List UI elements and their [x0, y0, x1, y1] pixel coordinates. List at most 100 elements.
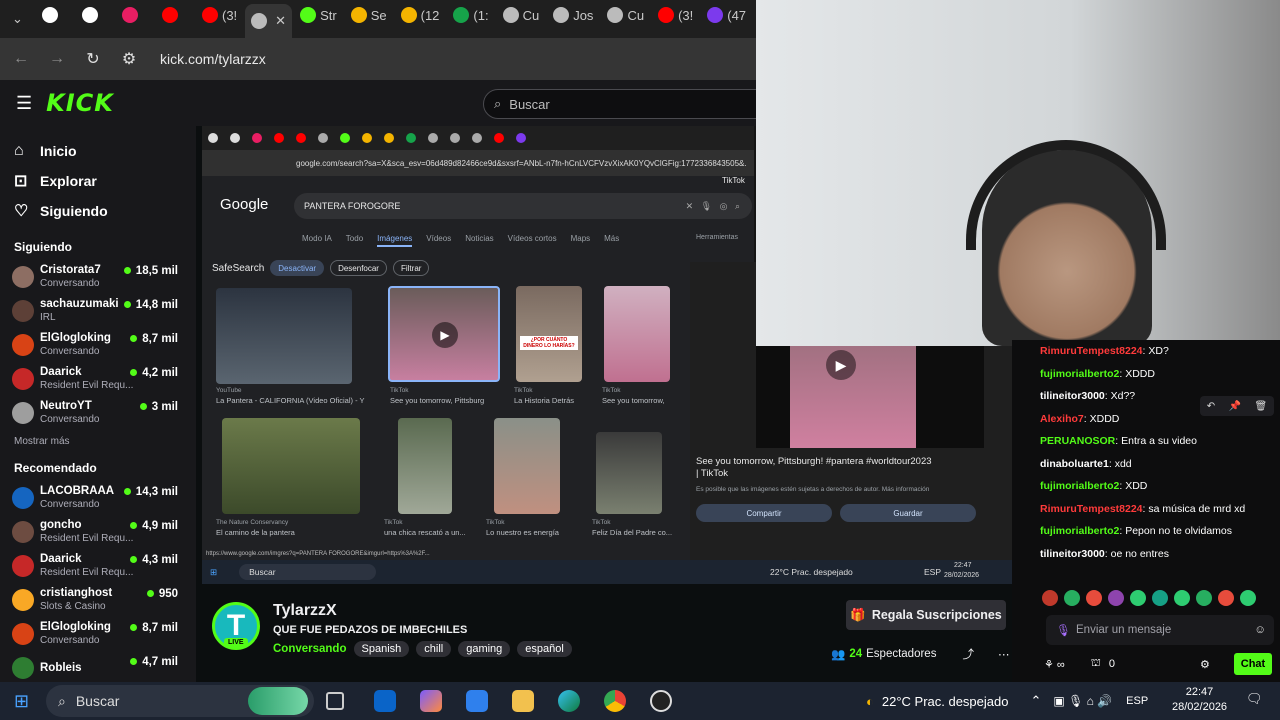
- browser-tab[interactable]: Cu: [497, 0, 546, 30]
- stream-tag[interactable]: gaming: [458, 641, 511, 657]
- channel-item[interactable]: Robleis 4,7 mil: [0, 651, 196, 685]
- channel-item[interactable]: sachauzumaki IRL 14,8 mil: [0, 294, 196, 328]
- chat-message[interactable]: fujimorialberto2: XDD: [1040, 475, 1280, 498]
- chat-message[interactable]: dinaboluarte1: xdd: [1040, 453, 1280, 476]
- browser-tab[interactable]: (12: [395, 0, 446, 30]
- nav-explorar[interactable]: ⊡ Explorar: [0, 166, 196, 196]
- search-input[interactable]: ⌕ Buscar: [483, 89, 797, 119]
- store-icon[interactable]: [466, 690, 488, 712]
- forward-icon[interactable]: →: [48, 50, 66, 68]
- start-icon[interactable]: ⊞: [14, 691, 29, 712]
- chat-username[interactable]: fujimorialberto2: [1040, 368, 1119, 380]
- browser-tab[interactable]: Cu: [601, 0, 650, 30]
- channel-category: Slots & Casino: [40, 601, 106, 612]
- browser-tab[interactable]: (1:: [447, 0, 494, 30]
- channel-item[interactable]: goncho Resident Evil Requ... 4,9 mil: [0, 515, 196, 549]
- channel-item[interactable]: NeutroYT Conversando 3 mil: [0, 396, 196, 430]
- chat-username[interactable]: tilineitor3000: [1040, 390, 1105, 402]
- url-field[interactable]: kick.com/tylarzzx: [160, 51, 266, 67]
- browser-tab[interactable]: (3!: [652, 0, 699, 30]
- channel-item[interactable]: ElGlogloking Conversando 8,7 mil: [0, 328, 196, 362]
- channel-item[interactable]: cristianghost Slots & Casino 950: [0, 583, 196, 617]
- system-tray: ◐ 22°C Prac. despejado ⌃ ▣ 🎙 ⌂ 🔊 ESP: [866, 682, 1148, 720]
- obs-icon[interactable]: [650, 690, 672, 712]
- reload-icon[interactable]: ↻: [84, 49, 102, 69]
- browser-tab[interactable]: [156, 0, 194, 30]
- stream-tag[interactable]: español: [517, 641, 572, 657]
- back-icon[interactable]: ←: [12, 50, 30, 68]
- channel-item[interactable]: LACOBRAAA Conversando 14,3 mil: [0, 481, 196, 515]
- task-view-icon[interactable]: [326, 692, 344, 710]
- tray-chevron-icon[interactable]: ⌃: [1030, 693, 1041, 709]
- delete-icon[interactable]: 🗑: [1255, 401, 1268, 412]
- reply-icon[interactable]: ↶: [1207, 401, 1215, 412]
- chat-username[interactable]: tilineitor3000: [1040, 548, 1105, 560]
- chat-username[interactable]: PERUANOSOR: [1040, 435, 1115, 447]
- chat-input[interactable]: 🎙 Enviar un mensaje ☺: [1046, 615, 1274, 645]
- chat-message[interactable]: fujimorialberto2: Pepon no te olvidamos: [1040, 520, 1280, 543]
- mic-icon[interactable]: 🎙: [1056, 623, 1071, 637]
- edge-icon[interactable]: [558, 690, 580, 712]
- chat-username[interactable]: Alexiho7: [1040, 413, 1084, 425]
- settings-icon[interactable]: ⚙: [1200, 658, 1210, 671]
- share-icon[interactable]: ⤴: [962, 646, 974, 662]
- chat-username[interactable]: fujimorialberto2: [1040, 525, 1119, 537]
- chat-message[interactable]: RimuruTempest8224: sa música de mrd xd: [1040, 498, 1280, 521]
- show-more-link[interactable]: Mostrar más: [0, 436, 196, 447]
- more-icon[interactable]: ⋯: [998, 647, 1010, 661]
- tab-favicon-icon: [502, 7, 519, 23]
- clock[interactable]: 22:47 28/02/2026: [1172, 685, 1227, 715]
- tab-favicon-icon: [82, 7, 98, 23]
- menu-icon[interactable]: ☰: [16, 93, 32, 114]
- mod-tools-icon[interactable]: ⚘ ∞: [1044, 658, 1065, 671]
- streamer-name[interactable]: TylarzzX: [273, 602, 337, 620]
- browser-tab[interactable]: Str: [294, 0, 343, 30]
- kick-logo[interactable]: KICK: [46, 89, 114, 117]
- notifications-icon[interactable]: 🗨: [1246, 691, 1263, 707]
- copilot-icon[interactable]: [420, 690, 442, 712]
- chat-username[interactable]: RimuruTempest8224: [1040, 345, 1143, 357]
- close-icon[interactable]: ✕: [275, 13, 286, 29]
- chat-message[interactable]: tilineitor3000: oe no entres: [1040, 543, 1280, 566]
- channel-item[interactable]: ElGlogloking Conversando 8,7 mil: [0, 617, 196, 651]
- chat-message[interactable]: fujimorialberto2: XDDD: [1040, 363, 1280, 386]
- tray-icons[interactable]: ▣ 🎙 ⌂ 🔊: [1053, 694, 1112, 708]
- google-tab: Vídeos: [426, 234, 452, 243]
- browser-tab[interactable]: Se: [345, 0, 393, 30]
- chat-message[interactable]: PERUANOSOR: Entra a su video: [1040, 430, 1280, 453]
- nav-inicio[interactable]: ⌂ Inicio: [0, 136, 196, 166]
- browser-tab[interactable]: Jos: [547, 0, 599, 30]
- browser-tab[interactable]: (47: [701, 0, 752, 30]
- channel-item[interactable]: Cristorata7 Conversando 18,5 mil: [0, 260, 196, 294]
- chat-send-button[interactable]: Chat: [1234, 653, 1272, 675]
- chat-message[interactable]: RimuruTempest8224: XD?: [1040, 340, 1280, 363]
- channel-item[interactable]: Daarick Resident Evil Requ... 4,2 mil: [0, 362, 196, 396]
- tab-label: (47: [727, 7, 747, 23]
- channel-item[interactable]: Daarick Resident Evil Requ... 4,3 mil: [0, 549, 196, 583]
- taskbar-search[interactable]: ⌕ Buscar: [46, 685, 314, 717]
- pin-icon[interactable]: 📌: [1229, 401, 1241, 412]
- nav-siguiendo[interactable]: ♡ Siguiendo: [0, 196, 196, 226]
- browser-tab[interactable]: [36, 0, 74, 30]
- stream-category[interactable]: Conversando: [273, 643, 347, 655]
- tab-favicon-icon: [202, 7, 218, 23]
- chat-username[interactable]: dinaboluarte1: [1040, 458, 1109, 470]
- browser-tab[interactable]: [116, 0, 154, 30]
- file-explorer-icon[interactable]: [512, 690, 534, 712]
- chat-username[interactable]: fujimorialberto2: [1040, 480, 1119, 492]
- chrome-icon[interactable]: [604, 690, 626, 712]
- chat-username[interactable]: RimuruTempest8224: [1040, 503, 1143, 515]
- gift-subs-button[interactable]: 🎁 Regala Suscripciones: [846, 600, 1006, 630]
- points-icon[interactable]: ⛫: [1091, 657, 1101, 671]
- tab-list-button[interactable]: ⌄: [6, 4, 32, 34]
- browser-tab[interactable]: (3!: [196, 0, 243, 30]
- browser-tab[interactable]: [76, 0, 114, 30]
- browser-tab[interactable]: ✕: [245, 4, 293, 38]
- language[interactable]: ESP: [1126, 695, 1148, 707]
- site-settings-icon[interactable]: ⚙: [120, 49, 138, 69]
- emoji-icon[interactable]: ☺: [1254, 624, 1266, 636]
- stream-tag[interactable]: Spanish: [353, 641, 410, 657]
- outlook-icon[interactable]: [374, 690, 396, 712]
- stream-tag[interactable]: chill: [416, 641, 452, 657]
- weather-text[interactable]: 22°C Prac. despejado: [882, 694, 1009, 709]
